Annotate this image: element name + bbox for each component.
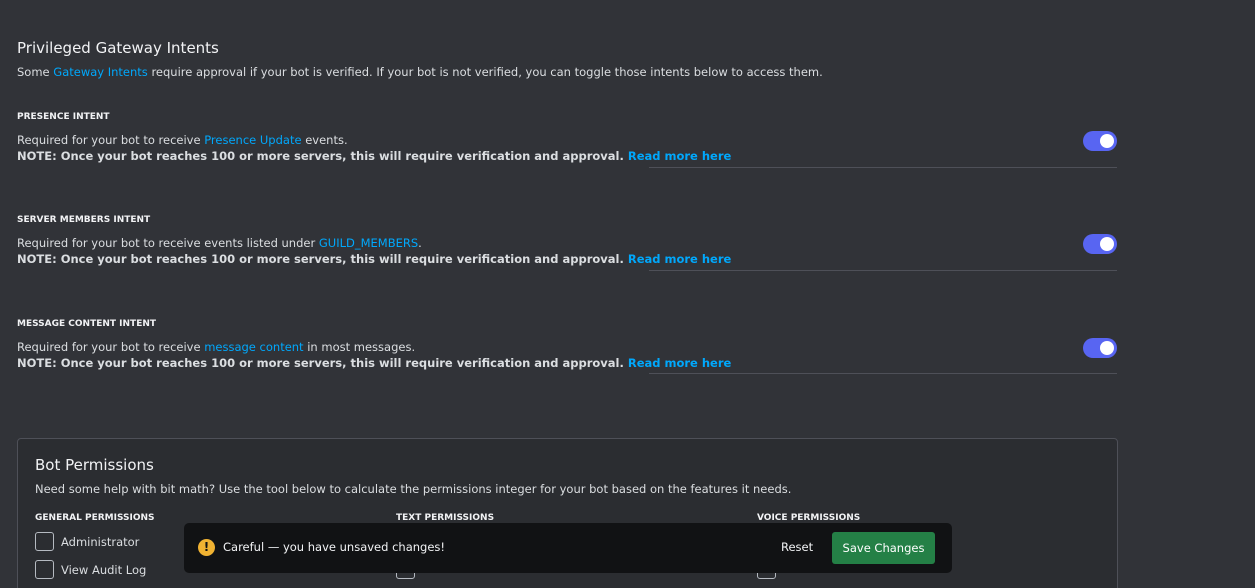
reset-button[interactable]: Reset [781,540,813,554]
intent-note-text: NOTE: Once your bot reaches 100 or more … [17,252,624,266]
unsaved-changes-notice: ! Careful — you have unsaved changes! Re… [184,523,952,573]
bot-permissions-description: Need some help with bit math? Use the to… [35,482,792,496]
intent-note-text: NOTE: Once your bot reaches 100 or more … [17,356,624,370]
text-permissions-heading: TEXT PERMISSIONS [396,513,495,523]
message-content-link[interactable]: message content [204,340,303,354]
intent-desc-post: . [418,236,422,250]
general-permissions-heading: GENERAL PERMISSIONS [35,513,155,523]
administrator-checkbox[interactable] [35,532,54,551]
presence-intent-toggle[interactable] [1083,131,1117,151]
warning-icon: ! [198,539,215,556]
guild-members-link[interactable]: GUILD_MEMBERS [319,236,418,250]
read-more-link[interactable]: Read more here [628,356,731,370]
message-content-intent-toggle[interactable] [1083,338,1117,358]
intent-presence: PRESENCE INTENT Required for your bot to… [17,112,1117,168]
intent-desc-pre: Required for your bot to receive events … [17,236,319,250]
section-desc-text-post: require approval if your bot is verified… [147,65,823,79]
intent-description: Required for your bot to receive events … [17,236,1117,250]
intent-desc-post: events. [301,133,348,147]
section-title: Privileged Gateway Intents [17,39,219,57]
intent-description: Required for your bot to receive message… [17,340,1117,354]
intent-desc-pre: Required for your bot to receive [17,340,205,354]
toggle-knob [1100,134,1114,148]
server-members-intent-toggle[interactable] [1083,234,1117,254]
permission-label: View Audit Log [61,562,147,577]
intent-title: SERVER MEMBERS INTENT [17,215,151,225]
divider [649,270,1117,271]
permission-administrator[interactable]: Administrator [35,532,139,551]
save-changes-button[interactable]: Save Changes [832,532,935,564]
bot-permissions-title: Bot Permissions [35,456,154,474]
unsaved-changes-message: Careful — you have unsaved changes! [223,540,446,554]
intent-note: NOTE: Once your bot reaches 100 or more … [17,149,1117,163]
intent-description: Required for your bot to receive Presenc… [17,133,1117,147]
intent-note: NOTE: Once your bot reaches 100 or more … [17,252,1117,266]
divider [649,167,1117,168]
permission-view-audit-log[interactable]: View Audit Log [35,560,146,579]
intent-message-content: MESSAGE CONTENT INTENT Required for your… [17,319,1117,375]
intent-desc-post: in most messages. [303,340,416,354]
voice-permissions-heading: VOICE PERMISSIONS [757,513,861,523]
view-audit-log-checkbox[interactable] [35,560,54,579]
permission-label: Administrator [61,534,140,549]
read-more-link[interactable]: Read more here [628,149,731,163]
intent-title: PRESENCE INTENT [17,112,110,122]
toggle-knob [1100,237,1114,251]
divider [649,373,1117,374]
read-more-link[interactable]: Read more here [628,252,731,266]
presence-update-link[interactable]: Presence Update [204,133,301,147]
section-desc-text-pre: Some [17,65,54,79]
intent-note-text: NOTE: Once your bot reaches 100 or more … [17,149,624,163]
section-description: Some Gateway Intents require approval if… [17,65,823,79]
gateway-intents-link[interactable]: Gateway Intents [53,65,148,79]
intent-desc-pre: Required for your bot to receive [17,133,205,147]
intent-server-members: SERVER MEMBERS INTENT Required for your … [17,215,1117,271]
intent-title: MESSAGE CONTENT INTENT [17,319,157,329]
intent-note: NOTE: Once your bot reaches 100 or more … [17,356,1117,370]
toggle-knob [1100,341,1114,355]
